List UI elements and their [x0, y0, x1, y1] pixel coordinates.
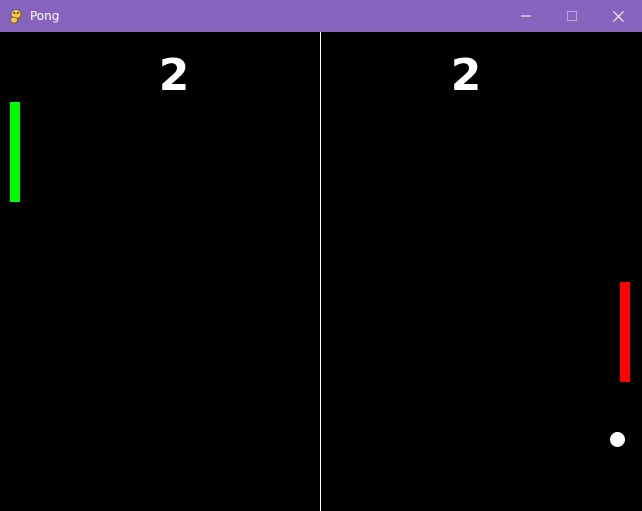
maximize-button[interactable] — [549, 0, 595, 32]
minimize-button[interactable] — [503, 0, 549, 32]
close-icon — [612, 10, 624, 22]
pygame-snake-icon — [8, 8, 24, 24]
game-canvas[interactable]: 2 2 — [0, 32, 642, 511]
minimize-icon — [521, 11, 531, 21]
right-paddle — [620, 282, 630, 382]
close-button[interactable] — [595, 0, 641, 32]
left-paddle — [10, 102, 20, 202]
left-player-score: 2 — [158, 50, 190, 101]
ball — [610, 432, 625, 447]
right-player-score: 2 — [450, 50, 482, 101]
center-net — [320, 32, 321, 511]
maximize-icon — [567, 11, 577, 21]
title-bar[interactable]: Pong — [0, 0, 642, 32]
window-title: Pong — [30, 9, 60, 23]
